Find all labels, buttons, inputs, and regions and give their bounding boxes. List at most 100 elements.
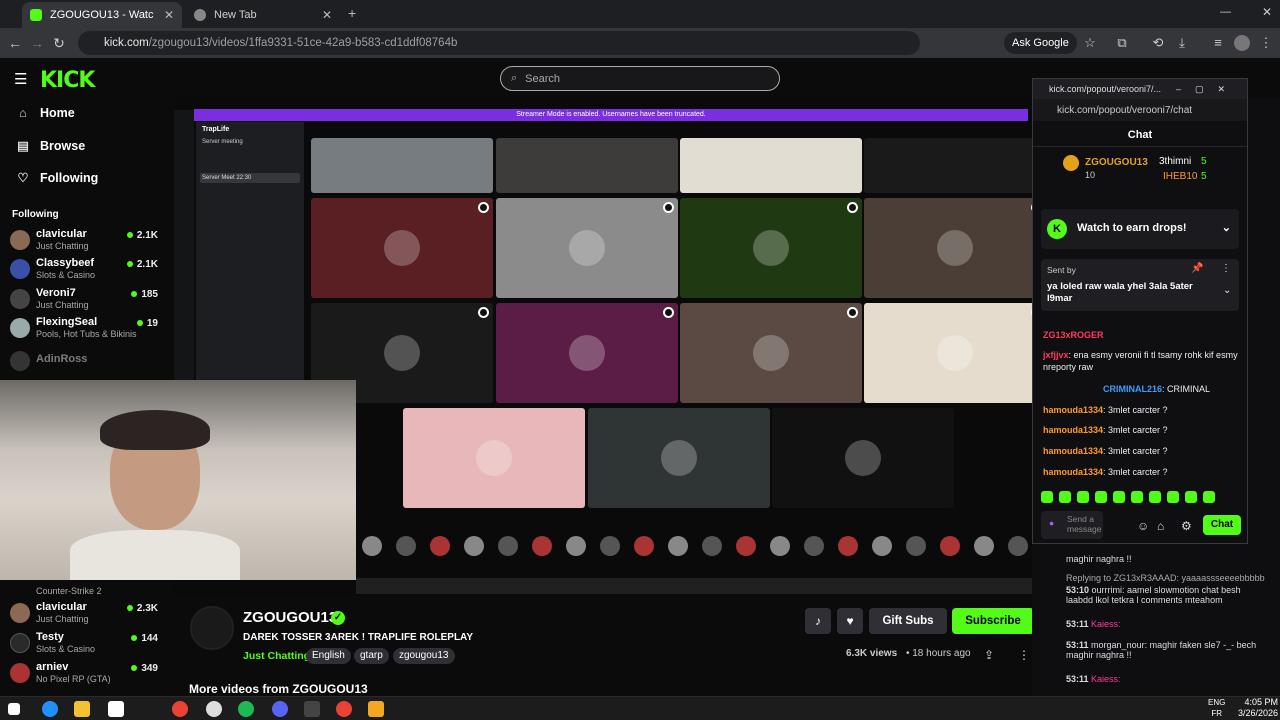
explorer-icon[interactable] xyxy=(74,701,90,717)
category-link[interactable]: Just Chatting xyxy=(243,650,310,662)
emote-bar[interactable] xyxy=(1041,491,1241,507)
pin-icon[interactable]: 📌 xyxy=(1191,263,1203,274)
participant-tile[interactable] xyxy=(496,303,678,403)
participant-tile[interactable] xyxy=(311,198,493,298)
download-icon[interactable]: ⤓ xyxy=(1174,35,1190,51)
nav-following[interactable]: ♡ Following xyxy=(16,170,98,186)
following-item[interactable]: Classybeef Slots & Casino 2.1K xyxy=(10,257,162,283)
close-icon[interactable]: ✕ xyxy=(164,8,174,22)
system-clock[interactable]: 4:05 PM 3/26/2026 xyxy=(1238,697,1278,719)
emote-icon[interactable] xyxy=(1041,491,1053,503)
emote-icon[interactable] xyxy=(1095,491,1107,503)
chevron-down-icon[interactable]: ⌄ xyxy=(1222,221,1231,234)
participant-tile[interactable] xyxy=(496,138,678,193)
edge-icon[interactable] xyxy=(42,701,58,717)
discord-icon[interactable] xyxy=(272,701,288,717)
profile-avatar[interactable] xyxy=(1234,35,1250,51)
participant-tile[interactable] xyxy=(588,408,770,508)
hamburger-icon[interactable]: ☰ xyxy=(14,70,27,88)
emote-icon[interactable] xyxy=(1077,491,1089,503)
spotify-icon[interactable] xyxy=(238,701,254,717)
store-icon[interactable]: ⌂ xyxy=(1157,519,1164,533)
chrome-icon[interactable] xyxy=(172,701,188,717)
following-item[interactable]: clavicular Just Chatting 2.1K xyxy=(10,228,162,254)
bell-icon[interactable]: ♪ xyxy=(805,608,831,634)
nav-browse[interactable]: ▤ Browse xyxy=(16,138,85,154)
chrome-icon[interactable] xyxy=(336,701,352,717)
star-icon[interactable]: ☆ xyxy=(1082,35,1098,51)
emote-icon[interactable] xyxy=(1149,491,1161,503)
emote-icon[interactable] xyxy=(1113,491,1125,503)
ask-google-button[interactable]: Ask Google xyxy=(1004,32,1077,54)
settings-gear-icon[interactable]: ⚙ xyxy=(1181,519,1192,533)
more-options-icon[interactable]: ⋮ xyxy=(1018,648,1030,662)
chevron-down-icon[interactable]: ⌄ xyxy=(1223,285,1231,296)
participant-tile[interactable] xyxy=(403,408,585,508)
chat-username[interactable]: hamouda1334 xyxy=(1043,425,1103,435)
mic-icon[interactable]: ● xyxy=(1049,518,1054,528)
gift-subs-button[interactable]: Gift Subs xyxy=(869,608,947,634)
store-icon[interactable] xyxy=(108,701,124,717)
language-indicator[interactable]: ENG FR xyxy=(1208,697,1225,719)
close-icon[interactable]: ✕ xyxy=(322,8,332,22)
app-icon[interactable] xyxy=(304,701,320,717)
menu-icon[interactable]: ⋮ xyxy=(1258,35,1274,51)
chat-username[interactable]: CRIMINAL216 xyxy=(1103,384,1162,394)
following-item[interactable]: Veroni7 Just Chatting 185 xyxy=(10,287,162,313)
subscribe-button[interactable]: Subscribe xyxy=(952,608,1034,634)
media-icon[interactable]: ≡ xyxy=(1210,35,1226,51)
tab-new[interactable]: New Tab ✕ xyxy=(186,2,340,28)
channel-avatar[interactable] xyxy=(190,606,234,650)
extensions-icon[interactable]: ⧉ xyxy=(1114,35,1130,51)
window-controls-icon[interactable]: –▢✕ xyxy=(1176,84,1239,95)
chat-input[interactable]: ● Send a message xyxy=(1041,511,1103,539)
start-icon[interactable] xyxy=(8,703,20,715)
channel-name[interactable]: ZGOUGOU13 xyxy=(243,609,337,626)
participant-tile[interactable] xyxy=(496,198,678,298)
tag[interactable]: English xyxy=(306,648,351,664)
tag[interactable]: gtarp xyxy=(354,648,389,664)
app-icon[interactable] xyxy=(368,701,384,717)
new-tab-icon[interactable]: + xyxy=(348,5,356,21)
chat-send-button[interactable]: Chat xyxy=(1203,515,1241,535)
chat-username[interactable]: hamouda1334 xyxy=(1043,405,1103,415)
forward-icon[interactable]: → xyxy=(26,35,48,51)
clock-app-icon[interactable] xyxy=(206,701,222,717)
participant-tile[interactable] xyxy=(864,303,1046,403)
emote-icon[interactable] xyxy=(1059,491,1071,503)
recommended-item[interactable]: Testy Slots & Casino 144 xyxy=(10,631,162,657)
participant-tile[interactable] xyxy=(772,408,954,508)
participant-tile[interactable] xyxy=(864,198,1046,298)
minimize-icon[interactable]: — xyxy=(1220,6,1231,18)
history-icon[interactable]: ⟲ xyxy=(1150,35,1166,51)
emote-icon[interactable] xyxy=(1131,491,1143,503)
chat-username[interactable]: hamouda1334 xyxy=(1043,446,1103,456)
chat-username[interactable]: hamouda1334 xyxy=(1043,467,1103,477)
emote-icon[interactable] xyxy=(1167,491,1179,503)
more-options-icon[interactable]: ⋮ xyxy=(1221,263,1231,274)
share-icon[interactable]: ⇪ xyxy=(984,648,994,662)
back-icon[interactable]: ← xyxy=(4,35,26,51)
participant-tile[interactable] xyxy=(864,138,1046,193)
participant-tile[interactable] xyxy=(680,138,862,193)
tag[interactable]: zgougou13 xyxy=(393,648,455,664)
emoji-icon[interactable]: ☺ xyxy=(1137,519,1149,533)
nav-home[interactable]: ⌂ Home xyxy=(16,106,75,120)
url-bar[interactable]: kick.com/zgougou13/videos/1ffa9331-51ce-… xyxy=(78,31,920,55)
drops-banner[interactable]: K Watch to earn drops! ⌄ xyxy=(1041,209,1239,249)
search-input[interactable]: ⌕ Search xyxy=(500,66,780,91)
emote-icon[interactable] xyxy=(1185,491,1197,503)
emote-icon[interactable] xyxy=(1203,491,1215,503)
participant-tile[interactable] xyxy=(311,138,493,193)
window-close-icon[interactable]: ✕ xyxy=(1262,5,1272,19)
following-item[interactable]: FlexingSeal Pools, Hot Tubs & Bikinis 19 xyxy=(10,316,162,342)
heart-button[interactable]: ♥ xyxy=(837,608,863,634)
chat-username[interactable]: ZG13xROGER xyxy=(1043,330,1104,340)
participant-tile[interactable] xyxy=(680,198,862,298)
recommended-item[interactable]: arniev No Pixel RP (GTA) 349 xyxy=(10,661,162,687)
participant-tile[interactable] xyxy=(680,303,862,403)
reload-icon[interactable]: ↻ xyxy=(48,35,70,52)
recommended-item[interactable]: clavicular Just Chatting 2.3K xyxy=(10,601,162,627)
chat-username[interactable]: jxfjjvx xyxy=(1043,350,1069,360)
kick-logo[interactable]: KICK xyxy=(40,68,95,93)
